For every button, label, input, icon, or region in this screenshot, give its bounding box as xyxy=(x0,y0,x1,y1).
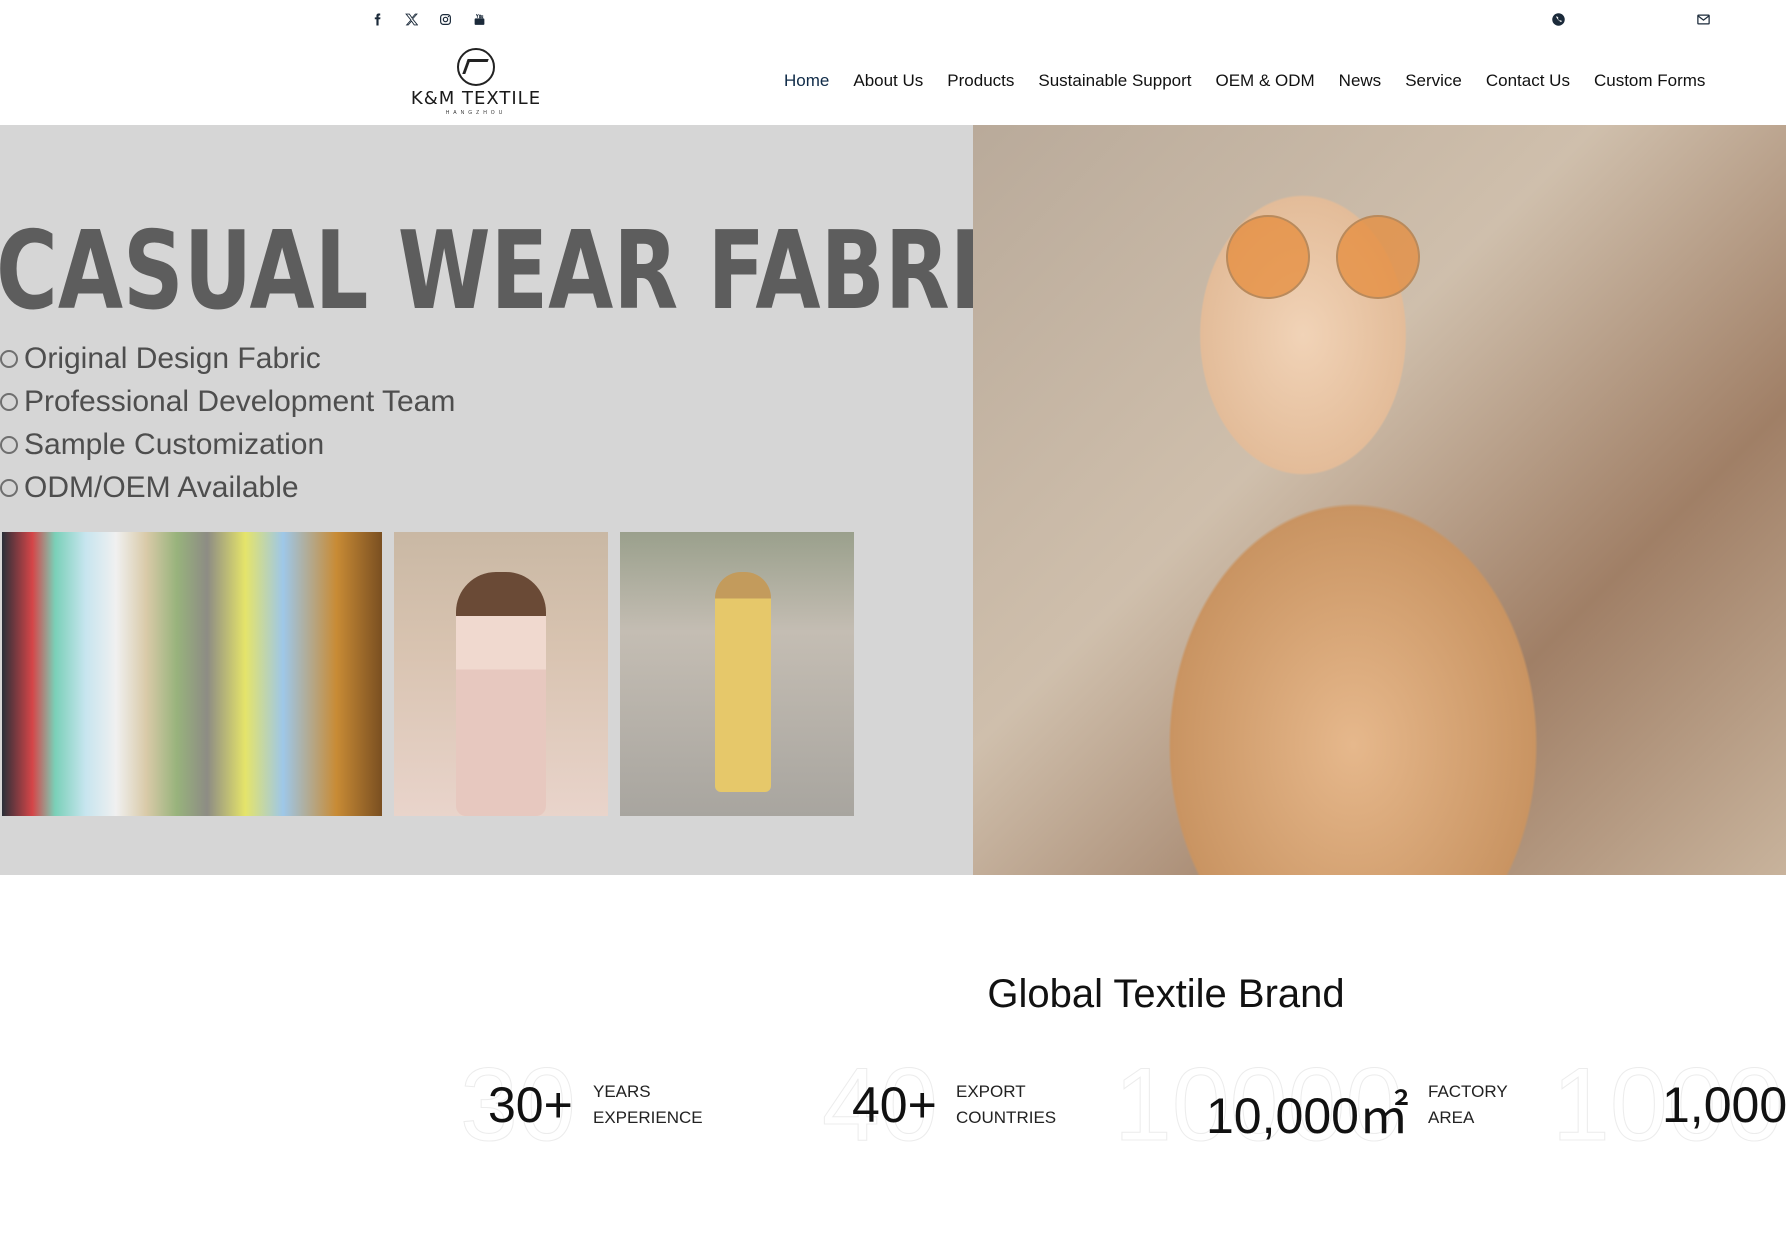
feature-item: Original Design Fabric xyxy=(0,337,455,380)
site-logo[interactable]: K&M TEXTILE HANGZHOU xyxy=(408,48,544,116)
feature-list: Original Design Fabric Professional Deve… xyxy=(0,337,455,509)
stat-value: 10,000㎡ xyxy=(1206,1088,1409,1144)
facebook-icon[interactable] xyxy=(368,10,386,28)
nav-sustainable-support[interactable]: Sustainable Support xyxy=(1038,71,1191,91)
stat-value: 40+ xyxy=(852,1077,937,1133)
sunglasses-shape xyxy=(1226,215,1426,299)
instagram-icon[interactable] xyxy=(436,10,454,28)
hero-left-panel: CASUAL WEAR FABRIC Original Design Fabri… xyxy=(0,125,1043,875)
shirts-rack-photo xyxy=(2,532,382,816)
hero-photo-strip xyxy=(2,532,854,816)
feature-text: Original Design Fabric xyxy=(24,341,321,375)
bullet-icon xyxy=(0,435,18,454)
hero-model-photo xyxy=(973,125,1786,875)
stat-label: FACTORY AREA xyxy=(1428,1082,1508,1127)
nav-custom-forms[interactable]: Custom Forms xyxy=(1594,71,1705,91)
feature-item: Sample Customization xyxy=(0,423,455,466)
stat-value: 30+ xyxy=(488,1077,573,1133)
feature-text: Sample Customization xyxy=(24,427,325,461)
logo-subtitle: HANGZHOU xyxy=(445,110,507,116)
hero-banner[interactable]: CASUAL WEAR FABRIC Original Design Fabri… xyxy=(0,125,1786,875)
nav-oem-odm[interactable]: OEM & ODM xyxy=(1216,71,1315,91)
logo-mark-icon xyxy=(457,48,495,86)
nav-home[interactable]: Home xyxy=(784,71,829,91)
feature-item: ODM/OEM Available xyxy=(0,466,455,509)
stat-label: EXPORT COUNTRIES xyxy=(956,1082,1057,1127)
nav-service[interactable]: Service xyxy=(1405,71,1462,91)
social-links xyxy=(368,10,488,28)
feature-item: Professional Development Team xyxy=(0,380,455,423)
logo-brand: K&M TEXTILE xyxy=(410,88,542,109)
nav-contact-us[interactable]: Contact Us xyxy=(1486,71,1570,91)
nav-news[interactable]: News xyxy=(1339,71,1382,91)
feature-text: ODM/OEM Available xyxy=(24,470,299,504)
x-icon[interactable] xyxy=(402,10,420,28)
bullet-icon xyxy=(0,478,18,497)
youtube-icon[interactable] xyxy=(470,10,488,28)
nav-products[interactable]: Products xyxy=(947,71,1014,91)
model-blazer-photo xyxy=(394,532,608,816)
feature-text: Professional Development Team xyxy=(24,384,456,418)
main-navigation: Home About Us Products Sustainable Suppo… xyxy=(784,71,1729,91)
model-dress-photo xyxy=(620,532,854,816)
bullet-icon xyxy=(0,349,18,368)
hero-title: CASUAL WEAR FABRIC xyxy=(0,209,1043,334)
top-bar xyxy=(0,0,1786,36)
nav-about-us[interactable]: About Us xyxy=(853,71,923,91)
mail-icon[interactable] xyxy=(1694,10,1712,28)
section-title: Global Textile Brand xyxy=(987,972,1345,1016)
stat-label: YEARS EXPERIENCE xyxy=(593,1082,703,1127)
bullet-icon xyxy=(0,392,18,411)
stat-value: 1,000 xyxy=(1662,1077,1786,1133)
whatsapp-icon[interactable] xyxy=(1549,10,1567,28)
